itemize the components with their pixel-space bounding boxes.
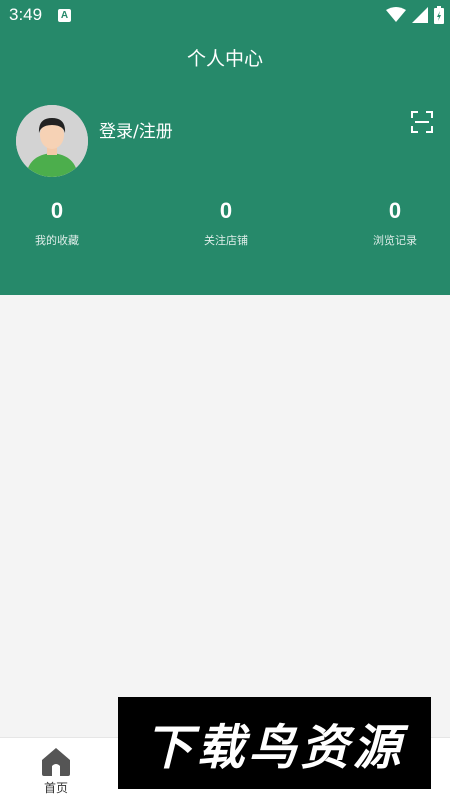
page-title: 个人中心 [186, 48, 263, 70]
profile-header: 3:49 A 个人中心 登录/注册 0 我的收藏 0 关注店铺 0 浏览记录 [0, 0, 450, 295]
home-icon [42, 748, 70, 776]
status-icons [386, 6, 444, 24]
login-register-link[interactable]: 登录/注册 [99, 117, 173, 142]
stat-browse-history-label: 浏览记录 [373, 234, 417, 247]
scan-icon[interactable] [410, 110, 434, 134]
stat-favorites-value: 0 [50, 198, 64, 223]
notification-letter: A [60, 10, 69, 21]
avatar[interactable] [16, 105, 88, 177]
stat-favorites[interactable]: 0 我的收藏 [0, 198, 117, 248]
nav-home-label: 首页 [43, 781, 68, 795]
stats-row: 0 我的收藏 0 关注店铺 0 浏览记录 [0, 198, 450, 258]
wifi-icon [386, 7, 406, 22]
stat-followed-stores-value: 0 [219, 198, 233, 223]
stat-followed-stores[interactable]: 0 关注店铺 [166, 198, 286, 248]
signal-icon [412, 7, 428, 23]
watermark-text: 下载鸟资源 [144, 720, 405, 776]
notification-icon: A [58, 9, 71, 22]
status-bar: 3:49 A [0, 0, 450, 30]
stat-browse-history[interactable]: 0 浏览记录 [335, 198, 450, 248]
stat-followed-stores-label: 关注店铺 [204, 234, 248, 247]
status-time: 3:49 [9, 5, 43, 24]
stat-browse-history-value: 0 [388, 198, 402, 223]
battery-icon [434, 6, 444, 24]
nav-home[interactable]: 首页 [0, 738, 112, 800]
avatar-icon [16, 105, 88, 177]
watermark-overlay: 下载鸟资源 [118, 697, 431, 789]
stat-favorites-label: 我的收藏 [35, 234, 79, 247]
